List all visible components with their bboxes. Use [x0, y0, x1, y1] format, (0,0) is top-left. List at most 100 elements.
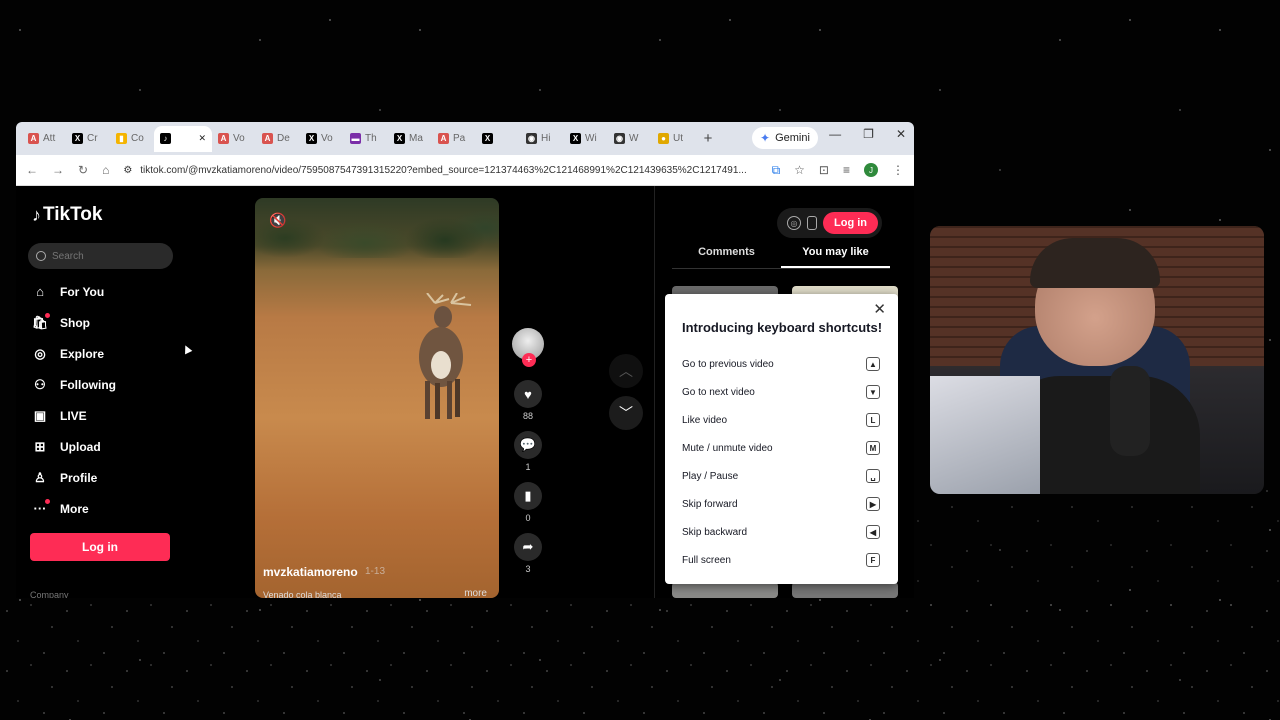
sidebar-item-upload[interactable]: ⊞ Upload	[32, 431, 116, 462]
comment-icon[interactable]: 💬	[514, 431, 542, 459]
recommended-video-thumb[interactable]	[792, 582, 898, 598]
microphone	[1110, 366, 1150, 456]
sidebar-item-profile[interactable]: ♙ Profile	[32, 462, 116, 493]
sidebar-item-more[interactable]: ··· More	[32, 493, 116, 524]
media-icon[interactable]: ≡	[843, 163, 850, 177]
tab-item[interactable]: X Wi	[564, 126, 608, 152]
sidebar-item-label: For You	[60, 284, 105, 299]
minimize-icon[interactable]: —	[829, 127, 841, 141]
shortcut-label: Full screen	[682, 554, 731, 566]
tab-label: Co	[131, 133, 144, 144]
company-link[interactable]: Company	[30, 590, 69, 598]
sidebar-login-button[interactable]: Log in	[30, 533, 170, 561]
profile-avatar[interactable]: J	[864, 163, 878, 177]
tab-item[interactable]: ▮ Co	[110, 126, 154, 152]
back-icon[interactable]: ←	[26, 163, 38, 177]
description-more-link[interactable]: more	[464, 588, 487, 598]
new-tab-button[interactable]: +	[696, 130, 720, 147]
previous-video-chevron-up-icon[interactable]: ︿	[609, 354, 643, 388]
gemini-button[interactable]: ✦ Gemini	[752, 127, 818, 149]
install-app-icon[interactable]: ⧉	[772, 163, 781, 178]
reload-icon[interactable]: ↻	[78, 163, 88, 177]
tab-item[interactable]: ♪ ✕	[154, 125, 212, 152]
shortcut-row: Play / Pause ␣	[682, 462, 880, 490]
home-icon[interactable]: ⌂	[102, 163, 109, 177]
creator-avatar[interactable]: +	[512, 328, 544, 367]
tab-label: Cr	[87, 133, 98, 144]
video-username[interactable]: mvzkatiamoreno	[263, 565, 358, 579]
sidebar-item-following[interactable]: ⚇ Following	[32, 369, 116, 400]
follow-plus-icon[interactable]: +	[522, 353, 536, 367]
video-date: 1-13	[365, 566, 386, 577]
search-input[interactable]	[52, 250, 162, 262]
shortcut-row: Skip backward ◀	[682, 518, 880, 546]
sidebar-item-shop[interactable]: 🛍 Shop	[32, 307, 116, 338]
notification-dot	[45, 498, 50, 504]
tab-you-may-like[interactable]: You may like	[781, 244, 890, 268]
tab-close-icon[interactable]: ✕	[198, 133, 206, 144]
sidebar-item-live[interactable]: ▣ LIVE	[32, 400, 116, 431]
tab-label: Hi	[541, 133, 551, 144]
tab-item[interactable]: ◉ W	[608, 126, 652, 152]
tab-item[interactable]: ▬ Th	[344, 126, 388, 152]
notification-dot	[45, 312, 50, 318]
upload-icon: ⊞	[34, 438, 46, 454]
coin-icon[interactable]: ◎	[787, 216, 801, 230]
tab-item[interactable]: A Pa	[432, 126, 476, 152]
tab-item[interactable]: X Ma	[388, 126, 432, 152]
tab-item[interactable]: X Cr	[66, 126, 110, 152]
like-heart-icon[interactable]: ♥	[514, 380, 542, 408]
menu-kebab-icon[interactable]: ⋮	[892, 163, 904, 177]
tab-item[interactable]: ● Ut	[652, 126, 696, 152]
shortcut-key: M	[866, 441, 880, 455]
x-icon: X	[394, 133, 405, 144]
shortcut-label: Play / Pause	[682, 470, 739, 482]
share-icon[interactable]: ➦	[514, 533, 542, 561]
video-description: Venado cola blanca	[263, 590, 342, 598]
webcam-overlay	[930, 226, 1264, 494]
monitor-edge	[930, 376, 1040, 494]
logo-text: TikTok	[43, 204, 103, 225]
chatgpt-icon: ◉	[614, 133, 625, 144]
video-player[interactable]: 🔇 mvzkatiamoreno 1-13 Venado cola blanca…	[255, 198, 499, 598]
tab-item[interactable]: A De	[256, 126, 300, 152]
search-box[interactable]	[28, 243, 173, 269]
tab-label: De	[277, 133, 290, 144]
shortcut-key: L	[866, 413, 880, 427]
extensions-icon[interactable]: ⊡	[819, 163, 829, 177]
tiktok-logo[interactable]: ♪ TikTok	[32, 204, 102, 226]
shortcut-row: Full screen F	[682, 546, 880, 574]
shortcut-key: ▲	[866, 357, 880, 371]
window-controls: — ❐ ✕	[829, 127, 906, 141]
a-icon: A	[438, 133, 449, 144]
shortcut-label: Like video	[682, 414, 728, 426]
shortcut-row: Go to previous video ▲	[682, 350, 880, 378]
tab-item[interactable]: ◉ Hi	[520, 126, 564, 152]
tab-item[interactable]: A Att	[22, 126, 66, 152]
bookmark-icon[interactable]: ▮	[514, 482, 542, 510]
close-icon[interactable]: ✕	[873, 300, 886, 318]
bookmark-star-icon[interactable]: ☆	[794, 163, 805, 177]
browser-toolbar: ⧉ ☆ ⊡ ≡ J ⋮	[772, 163, 904, 178]
mute-icon[interactable]: 🔇	[269, 212, 286, 229]
tab-bar: A Att X Cr ▮ Co ♪ ✕ A Vo A De X Vo ▬ Th X Ma A Pa X ◉ Hi X Wi ◉ W ●…	[16, 122, 914, 155]
tab-item[interactable]: X	[476, 126, 520, 152]
phone-icon[interactable]	[807, 216, 817, 230]
sidebar-item-for-you[interactable]: ⌂ For You	[32, 276, 116, 307]
url-field[interactable]: ⚙ tiktok.com/@mvzkatiamoreno/video/75950…	[123, 165, 757, 176]
tab-item[interactable]: X Vo	[300, 126, 344, 152]
close-icon[interactable]: ✕	[896, 127, 906, 141]
shortcut-row: Skip forward ▶	[682, 490, 880, 518]
recommended-video-thumb[interactable]	[672, 582, 778, 598]
sidebar-item-explore[interactable]: ◎ Explore	[32, 338, 116, 369]
site-info-icon[interactable]: ⚙	[123, 165, 132, 176]
forward-icon[interactable]: →	[52, 163, 64, 177]
maximize-icon[interactable]: ❐	[863, 127, 874, 141]
comment-count: 1	[525, 462, 531, 472]
shortcut-key: ◀	[866, 525, 880, 539]
next-video-chevron-down-icon[interactable]: ﹀	[609, 396, 643, 430]
header-login-button[interactable]: Log in	[823, 212, 878, 234]
tab-comments[interactable]: Comments	[672, 244, 781, 268]
tab-item[interactable]: A Vo	[212, 126, 256, 152]
tab-strip: A Att X Cr ▮ Co ♪ ✕ A Vo A De X Vo ▬ Th X Ma A Pa X ◉ Hi X Wi ◉ W ●…	[22, 125, 696, 152]
